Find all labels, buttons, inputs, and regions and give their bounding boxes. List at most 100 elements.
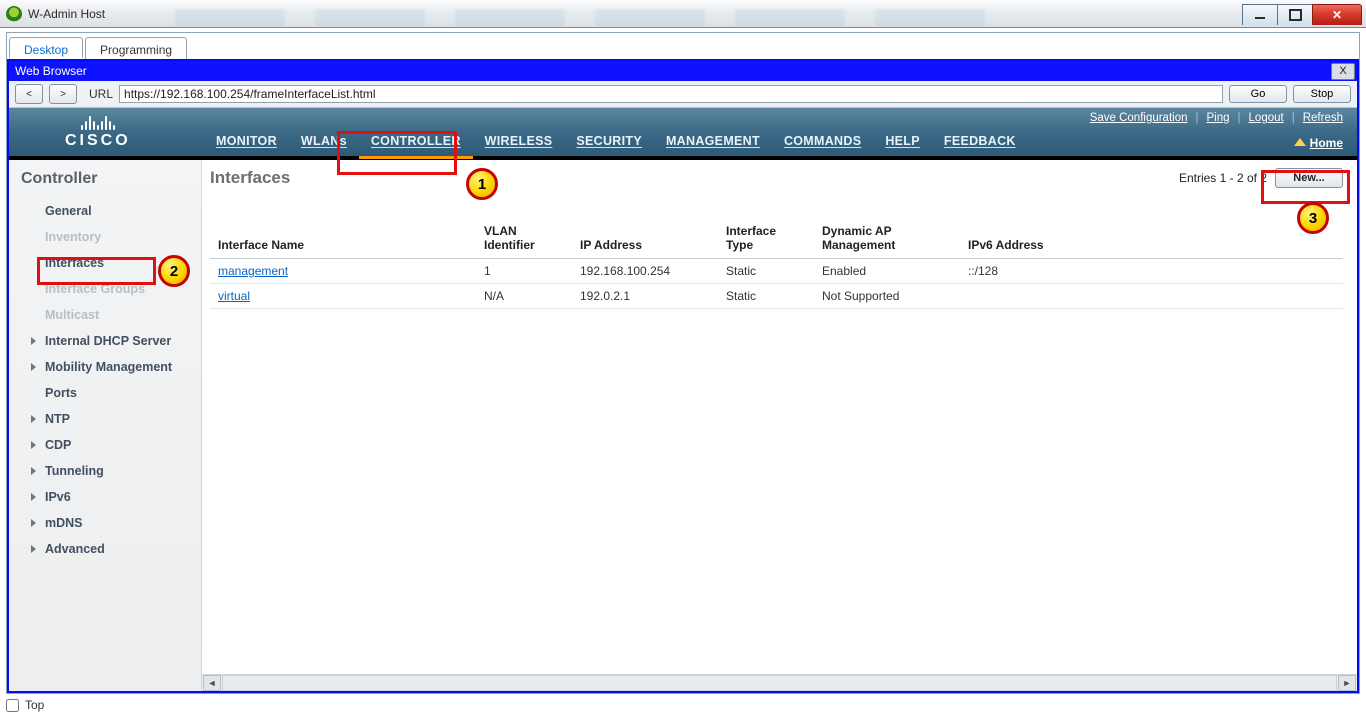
nav-wireless[interactable]: WIRELESS bbox=[473, 134, 565, 156]
cell-ip: 192.168.100.254 bbox=[572, 259, 718, 284]
sidebar-item-advanced[interactable]: Advanced bbox=[9, 536, 201, 562]
sidebar-item-tunneling[interactable]: Tunneling bbox=[9, 458, 201, 484]
sidebar-item-general[interactable]: General bbox=[9, 198, 201, 224]
sidebar-item-ports[interactable]: Ports bbox=[9, 380, 201, 406]
background-tabs-blur bbox=[105, 0, 1243, 27]
sidebar-title: Controller bbox=[21, 170, 201, 188]
new-button[interactable]: New... bbox=[1275, 168, 1343, 188]
window-title: W-Admin Host bbox=[28, 7, 105, 21]
link-interface-management[interactable]: management bbox=[218, 264, 288, 278]
cell-ipv6 bbox=[960, 284, 1343, 309]
utility-links: Save Configuration| Ping| Logout| Refres… bbox=[1090, 112, 1343, 124]
primary-nav: MONITOR WLANs CONTROLLER WIRELESS SECURI… bbox=[204, 108, 1028, 156]
cell-type: Static bbox=[718, 284, 814, 309]
tab-programming[interactable]: Programming bbox=[85, 37, 187, 59]
link-interface-virtual[interactable]: virtual bbox=[218, 289, 250, 303]
nav-management[interactable]: MANAGEMENT bbox=[654, 134, 772, 156]
page-title: Interfaces bbox=[210, 168, 290, 188]
footer: Top bbox=[0, 694, 1366, 716]
home-label: Home bbox=[1310, 136, 1343, 150]
window-close-button[interactable] bbox=[1312, 4, 1362, 25]
url-input[interactable] bbox=[119, 85, 1223, 103]
caret-icon bbox=[31, 337, 36, 345]
link-refresh[interactable]: Refresh bbox=[1303, 112, 1343, 124]
nav-controller[interactable]: CONTROLLER bbox=[359, 134, 473, 156]
page-header: Interfaces Entries 1 - 2 of 2 New... bbox=[202, 160, 1357, 194]
browser-go-button[interactable]: Go bbox=[1229, 85, 1287, 103]
caret-icon bbox=[31, 545, 36, 553]
sidebar-item-mobility[interactable]: Mobility Management bbox=[9, 354, 201, 380]
window-maximize-button[interactable] bbox=[1277, 4, 1313, 25]
sidebar: Controller General Inventory Interfaces … bbox=[9, 160, 202, 691]
sidebar-item-multicast[interactable]: Multicast bbox=[9, 302, 201, 328]
sidebar-item-cdp[interactable]: CDP bbox=[9, 432, 201, 458]
application-body: Desktop Programming Web Browser X < > UR… bbox=[6, 32, 1360, 694]
sidebar-item-ntp[interactable]: NTP bbox=[9, 406, 201, 432]
interfaces-table: Interface Name VLANIdentifier IP Address… bbox=[210, 218, 1343, 309]
horizontal-scrollbar[interactable]: ◄ ► bbox=[202, 674, 1357, 691]
sidebar-item-mdns[interactable]: mDNS bbox=[9, 510, 201, 536]
cell-dyn: Enabled bbox=[814, 259, 960, 284]
caret-icon bbox=[31, 467, 36, 475]
browser-back-button[interactable]: < bbox=[15, 84, 43, 104]
col-type[interactable]: InterfaceType bbox=[718, 218, 814, 259]
top-checkbox[interactable] bbox=[6, 699, 19, 712]
col-ip[interactable]: IP Address bbox=[572, 218, 718, 259]
tab-desktop[interactable]: Desktop bbox=[9, 37, 83, 59]
caret-icon bbox=[31, 415, 36, 423]
col-vlan[interactable]: VLANIdentifier bbox=[476, 218, 572, 259]
scroll-left-icon[interactable]: ◄ bbox=[203, 675, 221, 691]
app-icon bbox=[6, 6, 22, 22]
caret-icon bbox=[31, 519, 36, 527]
nav-help[interactable]: HELP bbox=[873, 134, 932, 156]
content-area: Interfaces Entries 1 - 2 of 2 New... Int… bbox=[202, 160, 1357, 691]
top-label: Top bbox=[25, 698, 44, 712]
col-interface-name[interactable]: Interface Name bbox=[210, 218, 476, 259]
browser-toolbar: < > URL Go Stop bbox=[9, 81, 1357, 108]
window-minimize-button[interactable] bbox=[1242, 4, 1278, 25]
application-window: W-Admin Host Desktop Programming Web Bro… bbox=[0, 0, 1366, 716]
caret-icon bbox=[31, 441, 36, 449]
cell-dyn: Not Supported bbox=[814, 284, 960, 309]
link-ping[interactable]: Ping bbox=[1207, 112, 1230, 124]
nav-monitor[interactable]: MONITOR bbox=[204, 134, 289, 156]
browser-title-text: Web Browser bbox=[15, 64, 87, 78]
browser-forward-button[interactable]: > bbox=[49, 84, 77, 104]
scroll-right-icon[interactable]: ► bbox=[1338, 675, 1356, 691]
home-icon bbox=[1294, 138, 1306, 146]
nav-commands[interactable]: COMMANDS bbox=[772, 134, 873, 156]
entries-group: Entries 1 - 2 of 2 New... bbox=[1179, 168, 1343, 188]
cell-ip: 192.0.2.1 bbox=[572, 284, 718, 309]
cisco-header: CISCO MONITOR WLANs CONTROLLER WIRELESS … bbox=[9, 108, 1357, 156]
browser-stop-button[interactable]: Stop bbox=[1293, 85, 1351, 103]
link-save-configuration[interactable]: Save Configuration bbox=[1090, 112, 1188, 124]
caret-icon bbox=[31, 363, 36, 371]
nav-feedback[interactable]: FEEDBACK bbox=[932, 134, 1028, 156]
col-dynamic[interactable]: Dynamic APManagement bbox=[814, 218, 960, 259]
scroll-track[interactable] bbox=[222, 675, 1337, 691]
url-label: URL bbox=[89, 87, 113, 101]
link-home[interactable]: Home bbox=[1294, 136, 1343, 150]
cell-vlan: N/A bbox=[476, 284, 572, 309]
sidebar-item-inventory[interactable]: Inventory bbox=[9, 224, 201, 250]
caret-icon bbox=[31, 493, 36, 501]
window-title-bar: W-Admin Host bbox=[0, 0, 1366, 28]
browser-frame: Web Browser X < > URL Go Stop CISCO bbox=[7, 59, 1359, 693]
app-tab-strip: Desktop Programming bbox=[7, 33, 1359, 59]
table-row: management 1 192.168.100.254 Static Enab… bbox=[210, 259, 1343, 284]
col-ipv6[interactable]: IPv6 Address bbox=[960, 218, 1343, 259]
sidebar-item-ipv6[interactable]: IPv6 bbox=[9, 484, 201, 510]
annotation-number-3: 3 bbox=[1297, 202, 1329, 234]
cell-type: Static bbox=[718, 259, 814, 284]
nav-wlans[interactable]: WLANs bbox=[289, 134, 359, 156]
cell-vlan: 1 bbox=[476, 259, 572, 284]
page-body: Controller General Inventory Interfaces … bbox=[9, 160, 1357, 691]
nav-security[interactable]: SECURITY bbox=[564, 134, 654, 156]
entries-count: Entries 1 - 2 of 2 bbox=[1179, 171, 1267, 185]
sidebar-item-internal-dhcp[interactable]: Internal DHCP Server bbox=[9, 328, 201, 354]
browser-title-bar: Web Browser X bbox=[9, 61, 1357, 81]
browser-close-button[interactable]: X bbox=[1331, 63, 1355, 80]
table-row: virtual N/A 192.0.2.1 Static Not Support… bbox=[210, 284, 1343, 309]
link-logout[interactable]: Logout bbox=[1249, 112, 1284, 124]
cell-ipv6: ::/128 bbox=[960, 259, 1343, 284]
